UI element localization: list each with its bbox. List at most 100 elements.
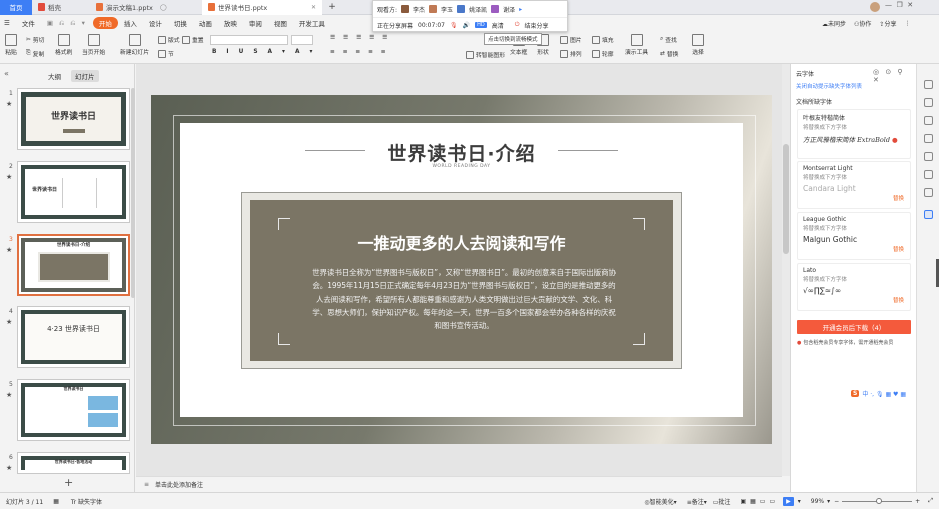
help-icon[interactable] — [924, 152, 933, 161]
scroll-thumb[interactable] — [783, 144, 789, 254]
avatar[interactable] — [870, 2, 880, 12]
smartart-button[interactable]: 转智能图形 — [466, 50, 505, 59]
replace-button[interactable]: 替换 — [893, 245, 904, 253]
menu-slideshow[interactable]: 放映 — [218, 18, 243, 28]
close-window-icon[interactable]: ✕ — [907, 1, 913, 9]
menu-developer[interactable]: 开发工具 — [293, 18, 331, 28]
paragraph-buttons[interactable]: ☰ ☰ ☰ ☰ ☰ — [330, 35, 390, 41]
new-slide-button[interactable]: 新建幻灯片 — [120, 34, 149, 56]
comment-toggle[interactable]: ▭批注 — [713, 497, 731, 506]
more-icon[interactable]: ⋮ — [904, 20, 910, 27]
hd-badge[interactable]: HD — [475, 22, 487, 28]
new-tab-button[interactable]: + — [322, 0, 342, 15]
cut-button[interactable]: ✂ 剪切 — [26, 35, 44, 45]
menu-review[interactable]: 审阅 — [243, 18, 268, 28]
slide-thumb-3[interactable]: 世界读书日·介绍 — [17, 234, 130, 296]
slide-thumb-1[interactable]: 世界读书日 — [17, 88, 130, 150]
tab-home[interactable]: 首页 — [0, 0, 32, 15]
menu-animation[interactable]: 动画 — [193, 18, 218, 28]
copy-button[interactable]: ⎘ 复制 — [26, 49, 44, 58]
download-vip-button[interactable]: 开通会员后下载（4） — [797, 320, 911, 334]
replace-button[interactable]: 替换 — [893, 296, 904, 304]
quality-label[interactable]: 高清 — [492, 21, 504, 30]
tools-button[interactable]: 演示工具 — [625, 34, 648, 56]
font-card-3[interactable]: League Gothic 将替换成下方字体 Malgun Gothic 替换 — [797, 212, 911, 260]
slide-thumb-5[interactable]: 世界读书日 — [17, 379, 130, 441]
menu-home[interactable]: 开始 — [92, 17, 118, 29]
minimize-icon[interactable]: — — [885, 1, 892, 9]
menu-icon[interactable]: ☰ — [0, 19, 16, 27]
cloud-font-icon[interactable] — [924, 210, 933, 219]
ime-tools-icon[interactable]: 中 ·, 🎙 ▦ ♥ ▦ — [862, 389, 906, 398]
restore-icon[interactable]: ❐ — [896, 1, 902, 9]
font-style-buttons[interactable]: B I U S A ▾ A ▾ — [212, 49, 316, 55]
quick-access[interactable]: ▣ ⎌ ⎌ ▾ — [41, 19, 93, 28]
mic-muted-icon[interactable]: 🎙 — [450, 22, 458, 29]
image-icon[interactable] — [924, 170, 933, 179]
speaker-icon[interactable]: 🔊 — [463, 22, 470, 29]
slide-thumb-2[interactable]: 世界读书日 — [17, 161, 130, 223]
canvas-scrollbar[interactable] — [782, 64, 790, 476]
collapse-icon[interactable]: « — [4, 69, 9, 78]
location-icon[interactable] — [924, 188, 933, 197]
sliders-icon[interactable] — [924, 98, 933, 107]
font-card-2[interactable]: Montserrat Light 将替换成下方字体 Candara Light … — [797, 161, 911, 209]
zoom-level[interactable]: 99% — [811, 498, 824, 505]
zoom-dropdown-icon[interactable]: ▾ — [827, 498, 830, 505]
menu-file[interactable]: 文件 — [16, 18, 41, 28]
format-painter-button[interactable]: 格式刷 — [55, 34, 72, 56]
paste-button[interactable]: 粘贴 — [5, 34, 17, 56]
beautify-button[interactable]: ◎智能美化▾ — [644, 497, 676, 506]
play-icon[interactable]: ▶ — [783, 496, 794, 506]
magic-icon[interactable] — [924, 80, 933, 89]
replace-button[interactable]: ⇄ 替换 — [660, 49, 678, 59]
box-heading[interactable]: 一推动更多的人去阅读和写作 — [250, 230, 673, 254]
play-options-icon[interactable]: ▾ — [798, 498, 801, 505]
menu-transition[interactable]: 切换 — [168, 18, 193, 28]
font-size-select[interactable] — [291, 35, 313, 45]
slide-thumb-4[interactable]: 4·23 世界读书日 — [17, 306, 130, 368]
shapes-icon[interactable] — [924, 134, 933, 143]
fit-icon[interactable]: ⤢ — [928, 497, 933, 505]
sync-status[interactable]: ☁未同步 — [822, 19, 846, 28]
select-button[interactable]: 选择 — [692, 34, 704, 56]
menu-design[interactable]: 设计 — [143, 18, 168, 28]
end-share-button[interactable]: 结束分享 — [524, 21, 548, 30]
zoom-slider-handle[interactable] — [876, 497, 883, 504]
tab-outline[interactable]: 大纲 — [44, 70, 65, 82]
ime-toolbar[interactable]: S 中 ·, 🎙 ▦ ♥ ▦ — [851, 389, 906, 398]
font-card-4[interactable]: Lato 将替换成下方字体 √∞∏∑≈∫∞ 替换 — [797, 263, 911, 311]
arrange-button[interactable]: 排列 — [560, 49, 582, 58]
zoom-in-icon[interactable]: + — [915, 498, 920, 505]
notes-placeholder[interactable]: 单击此处添加备注 — [155, 480, 203, 489]
slide-subtitle[interactable]: WORLD READING DAY — [151, 164, 772, 169]
power-icon[interactable]: ⏻ — [515, 21, 520, 29]
replace-button[interactable]: 替换 — [893, 194, 904, 202]
theme-icon[interactable]: ▦ — [53, 498, 59, 505]
tab-doc2[interactable]: 世界读书日.pptx ✕ — [202, 0, 322, 15]
notes-toggle[interactable]: ≡备注▾ — [687, 497, 707, 506]
section-button[interactable]: 节 — [158, 49, 174, 58]
zoom-out-icon[interactable]: − — [834, 498, 839, 505]
thumb-scrollbar[interactable] — [131, 88, 135, 298]
missing-font-status[interactable]: Tr 缺失字体 — [71, 497, 102, 506]
collab-button[interactable]: ⚇协作 — [854, 19, 871, 28]
close-icon[interactable]: ◯ — [160, 4, 167, 11]
view-mode-buttons[interactable]: ▣▦▭▭ — [740, 498, 779, 505]
tab-slides[interactable]: 幻灯片 — [71, 70, 99, 82]
outline-button[interactable]: 轮廓 — [592, 49, 614, 58]
layout-button[interactable]: 版式 — [158, 35, 180, 44]
fill-button[interactable]: 填充 — [592, 35, 614, 44]
add-slide-button[interactable]: + — [64, 476, 73, 489]
image-button[interactable]: 图片 — [560, 35, 582, 44]
tab-docer[interactable]: 稻壳 — [32, 0, 90, 15]
menu-view[interactable]: 视图 — [268, 18, 293, 28]
font-family-select[interactable] — [210, 35, 288, 45]
notes-bar[interactable]: ≡ 单击此处添加备注 — [136, 476, 782, 492]
tab-doc1[interactable]: 演示文稿1.pptx ◯ — [90, 0, 202, 15]
slide-3[interactable]: 世界读书日·介绍 WORLD READING DAY 一推动更多的人去阅读和写作… — [151, 95, 772, 444]
share-button[interactable]: ⇪分享 — [879, 19, 896, 28]
align-buttons[interactable]: ≡ ≡ ≡ ≡ ≡ — [330, 49, 389, 55]
panel-controls[interactable]: ◎ ⊙ ⚲ ✕ — [873, 68, 916, 84]
reset-button[interactable]: 重置 — [182, 35, 204, 44]
